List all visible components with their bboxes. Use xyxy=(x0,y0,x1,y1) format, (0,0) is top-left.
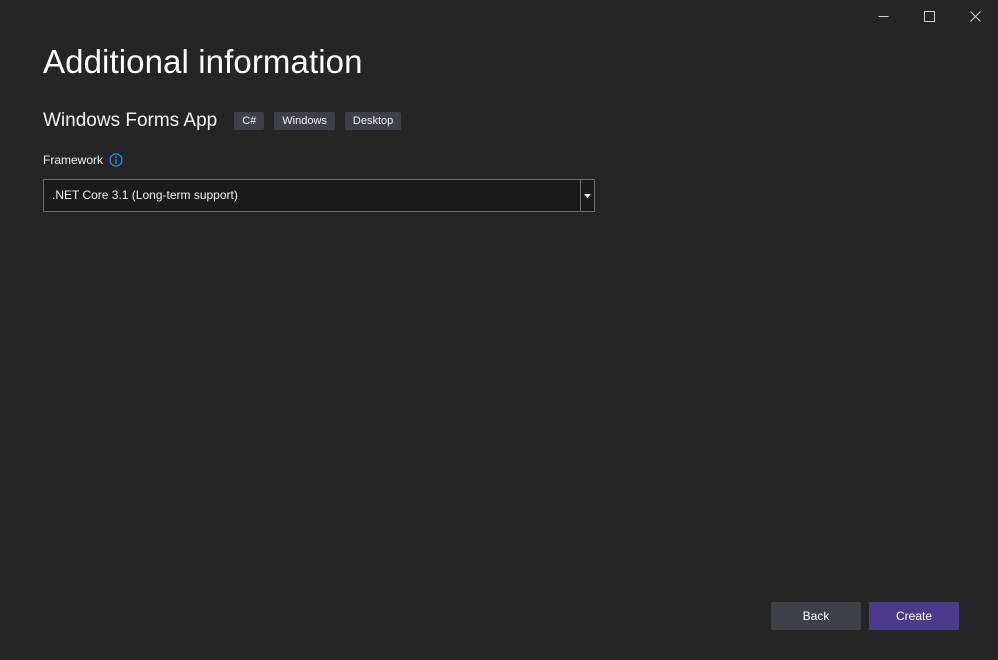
back-button[interactable]: Back xyxy=(771,602,861,630)
minimize-button[interactable] xyxy=(860,0,906,32)
framework-label: Framework xyxy=(43,153,104,167)
maximize-icon xyxy=(923,10,935,22)
minimize-icon xyxy=(878,15,888,17)
platform-tag: Windows xyxy=(274,112,335,130)
maximize-button[interactable] xyxy=(906,0,952,32)
close-icon xyxy=(969,10,981,22)
caret-down-icon xyxy=(584,193,591,198)
language-tag: C# xyxy=(234,112,265,130)
framework-label-row: Framework xyxy=(43,153,123,167)
template-summary: Windows Forms App C# Windows Desktop xyxy=(43,110,411,132)
page-title: Additional information xyxy=(43,43,363,80)
window-controls xyxy=(860,0,998,32)
framework-selected-value: .NET Core 3.1 (Long-term support) xyxy=(52,188,238,202)
close-button[interactable] xyxy=(952,0,998,32)
dropdown-arrow[interactable] xyxy=(580,180,594,211)
create-button[interactable]: Create xyxy=(869,602,959,630)
template-name: Windows Forms App xyxy=(43,110,218,131)
framework-dropdown[interactable]: .NET Core 3.1 (Long-term support) xyxy=(43,179,595,212)
info-icon[interactable] xyxy=(109,153,123,167)
project-type-tag: Desktop xyxy=(344,112,402,130)
